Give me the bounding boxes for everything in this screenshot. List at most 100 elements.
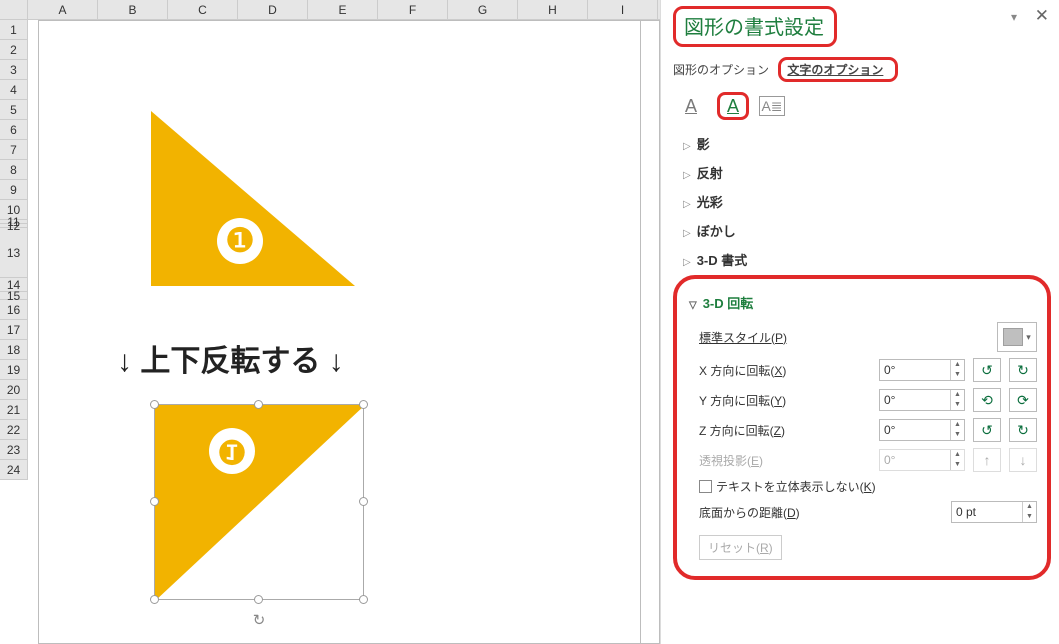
resize-handle-nw[interactable] xyxy=(150,400,159,409)
y-rotation-value[interactable]: 0° xyxy=(880,390,950,410)
section-3d-rotation[interactable]: ▽3-D 回転 xyxy=(689,287,1037,316)
row-header[interactable]: 2 xyxy=(0,40,27,60)
keep-text-flat-checkbox[interactable] xyxy=(699,480,712,493)
caret-right-icon: ▷ xyxy=(683,228,691,239)
row-header[interactable]: 23 xyxy=(0,440,27,460)
row-header[interactable]: 6 xyxy=(0,120,27,140)
column-header[interactable]: G xyxy=(448,0,518,20)
resize-handle-n[interactable] xyxy=(254,400,263,409)
column-header[interactable]: F xyxy=(378,0,448,20)
z-rotation-value[interactable]: 0° xyxy=(880,420,950,440)
worksheet: ABCDEFGHI 123456789101112131415161718192… xyxy=(0,0,660,644)
label-preset: 標準スタイル(P) xyxy=(699,331,787,345)
section-shadow[interactable]: ▷影 xyxy=(673,128,1051,157)
tab-text-options-highlight: 文字のオプション xyxy=(778,57,898,82)
row-header[interactable]: 5 xyxy=(0,100,27,120)
row-header[interactable]: 24 xyxy=(0,460,27,480)
panel-title-highlight: 図形の書式設定 xyxy=(673,6,837,47)
row-perspective: 透視投影(E) 0° ▲▼ ↑ ↓ xyxy=(689,448,1037,472)
spin-up-icon[interactable]: ▲ xyxy=(951,360,964,370)
rotate-x-right-button[interactable]: ↻ xyxy=(1009,358,1037,382)
sheet-canvas[interactable]: ❶ ↓ 上下反転する ↓ ❶ ↻ xyxy=(38,20,660,644)
row-header[interactable]: 18 xyxy=(0,340,27,360)
panel-icon-bar: A A A≣ xyxy=(673,88,1051,128)
row-header[interactable]: 19 xyxy=(0,360,27,380)
row-header[interactable]: 21 xyxy=(0,400,27,420)
spin-down-icon[interactable]: ▼ xyxy=(951,370,964,380)
section-3d-format[interactable]: ▷3-D 書式 xyxy=(673,244,1051,273)
spin-down-icon[interactable]: ▼ xyxy=(951,400,964,410)
row-header[interactable]: 7 xyxy=(0,140,27,160)
distance-input[interactable]: 0 pt ▲▼ xyxy=(951,501,1037,523)
column-header[interactable]: B xyxy=(98,0,168,20)
panel-close-button[interactable]: ✕ xyxy=(1035,6,1049,26)
row-keep-text-flat: テキストを立体表示しない(K) xyxy=(689,478,1037,495)
row-header[interactable]: 20 xyxy=(0,380,27,400)
text-effects-icon[interactable]: A xyxy=(717,92,749,120)
label-z-rotation: Z 方向に回転(Z) xyxy=(689,422,871,439)
tab-shape-options[interactable]: 図形のオプション xyxy=(673,63,769,77)
section-soft-edges[interactable]: ▷ぼかし xyxy=(673,215,1051,244)
rotate-z-ccw-button[interactable]: ↺ xyxy=(973,418,1001,442)
z-rotation-input[interactable]: 0° ▲▼ xyxy=(879,419,965,441)
row-header[interactable]: 15 xyxy=(0,292,27,300)
spin-up-icon[interactable]: ▲ xyxy=(1023,502,1036,512)
panel-divider[interactable] xyxy=(660,0,661,644)
distance-value[interactable]: 0 pt xyxy=(952,502,1022,522)
flip-annotation-text: ↓ 上下反転する ↓ xyxy=(117,336,344,380)
tab-text-options[interactable]: 文字のオプション xyxy=(787,63,883,77)
resize-handle-ne[interactable] xyxy=(359,400,368,409)
preset-dropdown[interactable]: ▾ xyxy=(997,322,1037,352)
resize-handle-se[interactable] xyxy=(359,595,368,604)
rotate-z-cw-button[interactable]: ↻ xyxy=(1009,418,1037,442)
row-header[interactable]: 4 xyxy=(0,80,27,100)
spin-down-icon: ▼ xyxy=(951,460,964,470)
text-fill-outline-icon[interactable]: A xyxy=(675,92,707,120)
triangle-bottom-selection[interactable]: ❶ ↻ xyxy=(154,404,364,600)
spin-up-icon[interactable]: ▲ xyxy=(951,390,964,400)
column-header[interactable]: H xyxy=(518,0,588,20)
rotate-x-left-button[interactable]: ↺ xyxy=(973,358,1001,382)
row-header[interactable]: 16 xyxy=(0,300,27,320)
column-header[interactable]: E xyxy=(308,0,378,20)
x-rotation-value[interactable]: 0° xyxy=(880,360,950,380)
preset-swatch xyxy=(1003,328,1023,346)
spin-up-icon[interactable]: ▲ xyxy=(951,420,964,430)
row-header[interactable]: 8 xyxy=(0,160,27,180)
caret-right-icon: ▷ xyxy=(683,141,691,152)
spin-down-icon[interactable]: ▼ xyxy=(951,430,964,440)
column-header[interactable]: D xyxy=(238,0,308,20)
column-header-row: ABCDEFGHI xyxy=(0,0,660,20)
select-all-corner[interactable] xyxy=(0,0,28,20)
panel-options-dropdown[interactable]: ▾ xyxy=(1011,10,1017,24)
section-glow[interactable]: ▷光彩 xyxy=(673,186,1051,215)
triangle-bottom[interactable] xyxy=(155,405,365,601)
caret-right-icon: ▷ xyxy=(683,170,691,181)
triangle-bottom-badge: ❶ xyxy=(209,428,255,474)
row-header[interactable]: 13 xyxy=(0,228,27,278)
spin-up-icon: ▲ xyxy=(951,450,964,460)
rotate-handle-icon[interactable]: ↻ xyxy=(250,611,268,629)
rotate-y-up-button[interactable]: ⟲ xyxy=(973,388,1001,412)
x-rotation-input[interactable]: 0° ▲▼ xyxy=(879,359,965,381)
y-rotation-input[interactable]: 0° ▲▼ xyxy=(879,389,965,411)
section-reflection[interactable]: ▷反射 xyxy=(673,157,1051,186)
row-x-rotation: X 方向に回転(X) 0° ▲▼ ↺ ↻ xyxy=(689,358,1037,382)
row-header[interactable]: 1 xyxy=(0,20,27,40)
resize-handle-sw[interactable] xyxy=(150,595,159,604)
spin-down-icon[interactable]: ▼ xyxy=(1023,512,1036,522)
reset-button[interactable]: リセット(R) xyxy=(699,535,782,560)
row-header[interactable]: 22 xyxy=(0,420,27,440)
rotate-y-down-button[interactable]: ⟳ xyxy=(1009,388,1037,412)
resize-handle-w[interactable] xyxy=(150,497,159,506)
label-x-rotation: X 方向に回転(X) xyxy=(689,362,871,379)
resize-handle-s[interactable] xyxy=(254,595,263,604)
row-header[interactable]: 9 xyxy=(0,180,27,200)
resize-handle-e[interactable] xyxy=(359,497,368,506)
column-header[interactable]: I xyxy=(588,0,658,20)
row-header[interactable]: 3 xyxy=(0,60,27,80)
textbox-icon[interactable]: A≣ xyxy=(759,96,785,116)
row-header[interactable]: 17 xyxy=(0,320,27,340)
column-header[interactable]: C xyxy=(168,0,238,20)
column-header[interactable]: A xyxy=(28,0,98,20)
